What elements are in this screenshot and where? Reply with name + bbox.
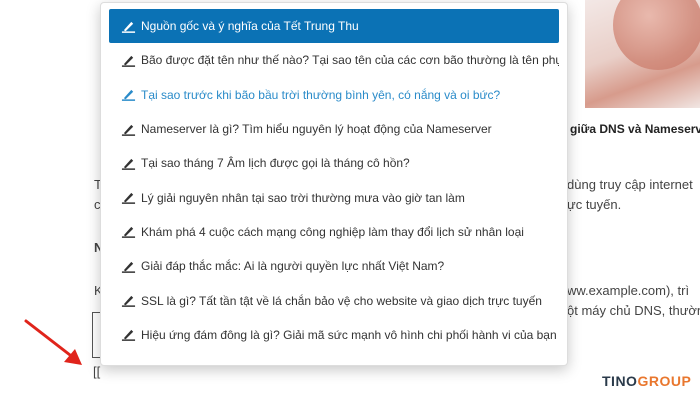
post-edit-icon	[121, 21, 136, 33]
dropdown-item-label: SSL là gì? Tất tần tật về lá chắn bảo vệ…	[141, 293, 542, 308]
dropdown-item[interactable]: Bão được đặt tên như thế nào? Tại sao tê…	[109, 43, 559, 77]
post-edit-icon	[121, 261, 136, 273]
paragraph-fragment: ột máy chủ DNS, thường	[567, 303, 700, 318]
dropdown-item-label: Tại sao tháng 7 Âm lịch được gọi là thán…	[141, 156, 410, 171]
dropdown-item[interactable]: Nguồn gốc và ý nghĩa của Tết Trung Thu	[109, 9, 559, 44]
post-edit-icon	[121, 158, 136, 170]
post-edit-icon	[121, 227, 136, 239]
post-edit-icon	[121, 192, 136, 204]
dropdown-item[interactable]: Tại sao tháng 7 Âm lịch được gọi là thán…	[109, 146, 559, 180]
post-edit-icon	[121, 330, 136, 342]
dropdown-item[interactable]: Lý giải nguyên nhân tại sao trời thường …	[109, 180, 559, 214]
post-edit-icon	[121, 55, 136, 67]
brand-logo-part: TINO	[602, 373, 638, 389]
paragraph-fragment: dùng truy cập internet	[567, 177, 693, 192]
post-edit-icon	[121, 295, 136, 307]
brand-logo: TINOGROUP	[602, 373, 691, 389]
dropdown-item[interactable]: Hiệu ứng đám đông là gì? Giải mã sức mạn…	[109, 318, 559, 352]
dropdown-item[interactable]: Giải đáp thắc mắc: Ai là người quyền lực…	[109, 249, 559, 283]
dropdown-item-label: Khám phá 4 cuộc cách mạng công nghiệp là…	[141, 224, 524, 239]
shortcode-bracket: [[	[93, 364, 101, 379]
post-edit-icon	[121, 90, 136, 102]
dropdown-item-label: Nameserver là gì? Tìm hiểu nguyên lý hoạ…	[141, 122, 492, 137]
post-suggestion-dropdown[interactable]: Nguồn gốc và ý nghĩa của Tết Trung Thu B…	[100, 2, 568, 366]
image-caption: giữa DNS và Nameserver	[570, 122, 700, 136]
dropdown-item[interactable]: SSL là gì? Tất tần tật về lá chắn bảo vệ…	[109, 283, 559, 317]
dropdown-item-label: Tại sao trước khi bão bầu trời thường bì…	[141, 87, 501, 102]
paragraph-fragment: ww.example.com), trì	[567, 283, 690, 298]
red-arrow-icon	[24, 319, 82, 365]
dropdown-item[interactable]: Nameserver là gì? Tìm hiểu nguyên lý hoạ…	[109, 112, 559, 146]
dropdown-item-label: Giải đáp thắc mắc: Ai là người quyền lực…	[141, 259, 445, 274]
post-edit-icon	[121, 124, 136, 136]
dropdown-item-label: Bão được đặt tên như thế nào? Tại sao tê…	[141, 53, 559, 68]
dropdown-item[interactable]: Khám phá 4 cuộc cách mạng công nghiệp là…	[109, 215, 559, 249]
dropdown-item-label: Lý giải nguyên nhân tại sao trời thường …	[141, 190, 465, 205]
brand-logo-part: GROUP	[637, 373, 692, 389]
dropdown-item[interactable]: Tại sao trước khi bão bầu trời thường bì…	[109, 78, 559, 112]
article-photo	[585, 0, 700, 108]
dropdown-item-label: Hiệu ứng đám đông là gì? Giải mã sức mạn…	[141, 327, 557, 342]
dropdown-item-label: Nguồn gốc và ý nghĩa của Tết Trung Thu	[141, 19, 359, 34]
paragraph-fragment: ực tuyến.	[567, 197, 622, 212]
